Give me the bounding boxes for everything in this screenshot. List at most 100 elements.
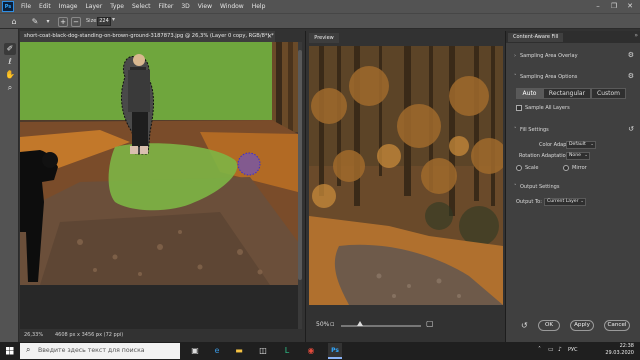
menu-layer[interactable]: Layer (81, 0, 106, 13)
volume-icon[interactable]: ♪ (558, 346, 562, 353)
output-to-label: Output To: (516, 199, 542, 205)
canvas-image (20, 42, 302, 329)
menu-edit[interactable]: Edit (35, 0, 55, 13)
apply-button[interactable]: Apply (570, 320, 594, 331)
start-button[interactable] (0, 342, 20, 360)
menu-view[interactable]: View (194, 0, 216, 13)
scale-checkbox[interactable] (516, 165, 522, 171)
input-language[interactable]: РУС (568, 347, 578, 353)
menu-select[interactable]: Select (128, 0, 155, 13)
hand-tool-icon[interactable]: ✋ (4, 69, 16, 81)
size-field[interactable]: 224 (97, 17, 111, 26)
chevron-down-icon: ⌄ (590, 142, 594, 147)
close-icon[interactable]: ✕ (622, 0, 638, 13)
color-adaptation-dropdown[interactable]: Default ⌄ (566, 141, 596, 149)
status-arrow-icon[interactable]: › (97, 329, 99, 342)
clock-time: 22:38 (619, 343, 634, 349)
menu-help[interactable]: Help (248, 0, 270, 13)
windows-logo-icon (6, 347, 14, 355)
sampling-overlay-section[interactable]: › Sampling Area Overlay (514, 53, 578, 59)
home-icon[interactable]: ⌂ (9, 17, 19, 27)
output-to-value: Current Layer (547, 199, 579, 204)
sample-all-layers-checkbox[interactable] (516, 105, 522, 111)
output-settings-section[interactable]: ˅ Output Settings (514, 184, 559, 190)
windows-taskbar: Введите здесь текст для поиска ⌕ ▣ e ▬ ◫… (0, 342, 640, 360)
chevron-down-icon: ⌄ (584, 153, 588, 158)
photoshop-logo[interactable]: Ps (2, 1, 14, 12)
close-document-icon[interactable]: ✕ (267, 31, 272, 42)
lasso-tool-icon[interactable]: ℓ (4, 56, 16, 68)
output-settings-label: Output Settings (520, 184, 560, 190)
fill-settings-section[interactable]: ˅ Fill Settings (514, 127, 549, 133)
network-icon[interactable]: ▭ (548, 346, 554, 353)
zoom-readout[interactable]: 26,33% (24, 329, 43, 342)
scrollbar-thumb[interactable] (298, 50, 302, 280)
chevron-down-icon[interactable]: ▾ (43, 17, 53, 27)
preview-panel: Preview 50% ▫ ▢ (305, 31, 505, 342)
sampling-rectangular-button[interactable]: Rectangular (543, 88, 591, 99)
file-explorer-icon[interactable]: ▬ (232, 343, 246, 359)
search-icon: ⌕ (26, 345, 31, 354)
document-canvas[interactable] (20, 42, 302, 329)
fill-settings-label: Fill Settings (520, 127, 549, 133)
chrome-icon[interactable]: ◉ (304, 343, 318, 359)
sampling-options-label: Sampling Area Options (520, 74, 578, 80)
add-to-selection-icon[interactable]: + (58, 17, 68, 27)
output-to-dropdown[interactable]: Current Layer ⌄ (544, 198, 586, 206)
sampling-overlay-label: Sampling Area Overlay (520, 53, 578, 59)
preview-image[interactable] (309, 46, 503, 305)
sample-all-layers-label: Sample All Layers (525, 105, 570, 111)
menu-image[interactable]: Image (55, 0, 82, 13)
canvas-scrollbar[interactable] (298, 42, 302, 329)
brush-tool-preset-icon[interactable]: ✎ (30, 17, 40, 27)
task-view-icon[interactable]: ▣ (188, 343, 202, 359)
subtract-from-selection-icon[interactable]: − (71, 17, 81, 27)
content-aware-fill-panel: Content-Aware Fill » › Sampling Area Over… (505, 31, 640, 342)
clock-date: 29.03.2020 (605, 350, 634, 356)
panel-title[interactable]: Content-Aware Fill (508, 33, 564, 42)
reset-icon[interactable]: ↺ (521, 321, 528, 330)
ok-button[interactable]: OK (538, 320, 560, 331)
zoom-out-icon[interactable]: ▫ (330, 320, 335, 328)
rotation-adaptation-dropdown[interactable]: None ⌄ (566, 152, 590, 160)
preview-zoom-value[interactable]: 50% (316, 321, 329, 328)
sampling-options-settings-icon[interactable]: ⚙ (628, 72, 634, 80)
mirror-label: Mirror (572, 165, 587, 171)
preview-zoom-slider-thumb[interactable] (357, 321, 363, 326)
scale-label: Scale (525, 165, 539, 171)
tray-chevron-up-icon[interactable]: ˄ (538, 346, 541, 353)
sampling-options-section[interactable]: ˅ Sampling Area Options (514, 74, 577, 80)
sampling-auto-button[interactable]: Auto (516, 88, 543, 99)
photoshop-taskbar-icon[interactable]: Ps (328, 343, 342, 359)
clock[interactable]: 22:38 29.03.2020 (605, 343, 634, 357)
chevron-down-icon: ⌄ (580, 199, 584, 204)
collapse-icon[interactable]: » (634, 32, 638, 39)
zoom-in-icon[interactable]: ▢ (426, 319, 434, 328)
taskbar-search-box[interactable]: Введите здесь текст для поиска (20, 343, 180, 359)
options-bar: ⌂ ✎ ▾ + − Size: 224 ▾ (0, 13, 640, 29)
size-dropdown-icon[interactable]: ▾ (112, 16, 115, 23)
sampling-brush-tool-icon[interactable]: ✐ (4, 43, 16, 55)
document-dimensions: 4608 px x 3456 px (72 ppi) (55, 332, 124, 338)
zoom-tool-icon[interactable]: ⌕ (4, 82, 16, 94)
menu-file[interactable]: File (17, 0, 35, 13)
document-tab[interactable]: short-coat-black-dog-standing-on-brown-g… (20, 31, 275, 42)
sampling-custom-button[interactable]: Custom (591, 88, 626, 99)
preview-zoom-slider[interactable] (341, 325, 421, 327)
menu-filter[interactable]: Filter (155, 0, 178, 13)
menu-3d[interactable]: 3D (177, 0, 193, 13)
app-l-icon[interactable]: L (280, 343, 294, 359)
rotation-adaptation-value: None (569, 153, 581, 158)
sampling-overlay-settings-icon[interactable]: ⚙ (628, 51, 634, 59)
minimize-icon[interactable]: – (590, 0, 606, 13)
edge-icon[interactable]: e (210, 343, 224, 359)
preview-tab[interactable]: Preview (309, 33, 339, 43)
mirror-checkbox[interactable] (563, 165, 569, 171)
document-status-bar: 26,33% 4608 px x 3456 px (72 ppi) › (20, 329, 302, 342)
store-icon[interactable]: ◫ (256, 343, 270, 359)
menu-window[interactable]: Window (216, 0, 248, 13)
maximize-icon[interactable]: ❐ (606, 0, 622, 13)
cancel-button[interactable]: Cancel (604, 320, 630, 331)
menu-type[interactable]: Type (106, 0, 128, 13)
fill-settings-reset-icon[interactable]: ↺ (628, 125, 634, 133)
